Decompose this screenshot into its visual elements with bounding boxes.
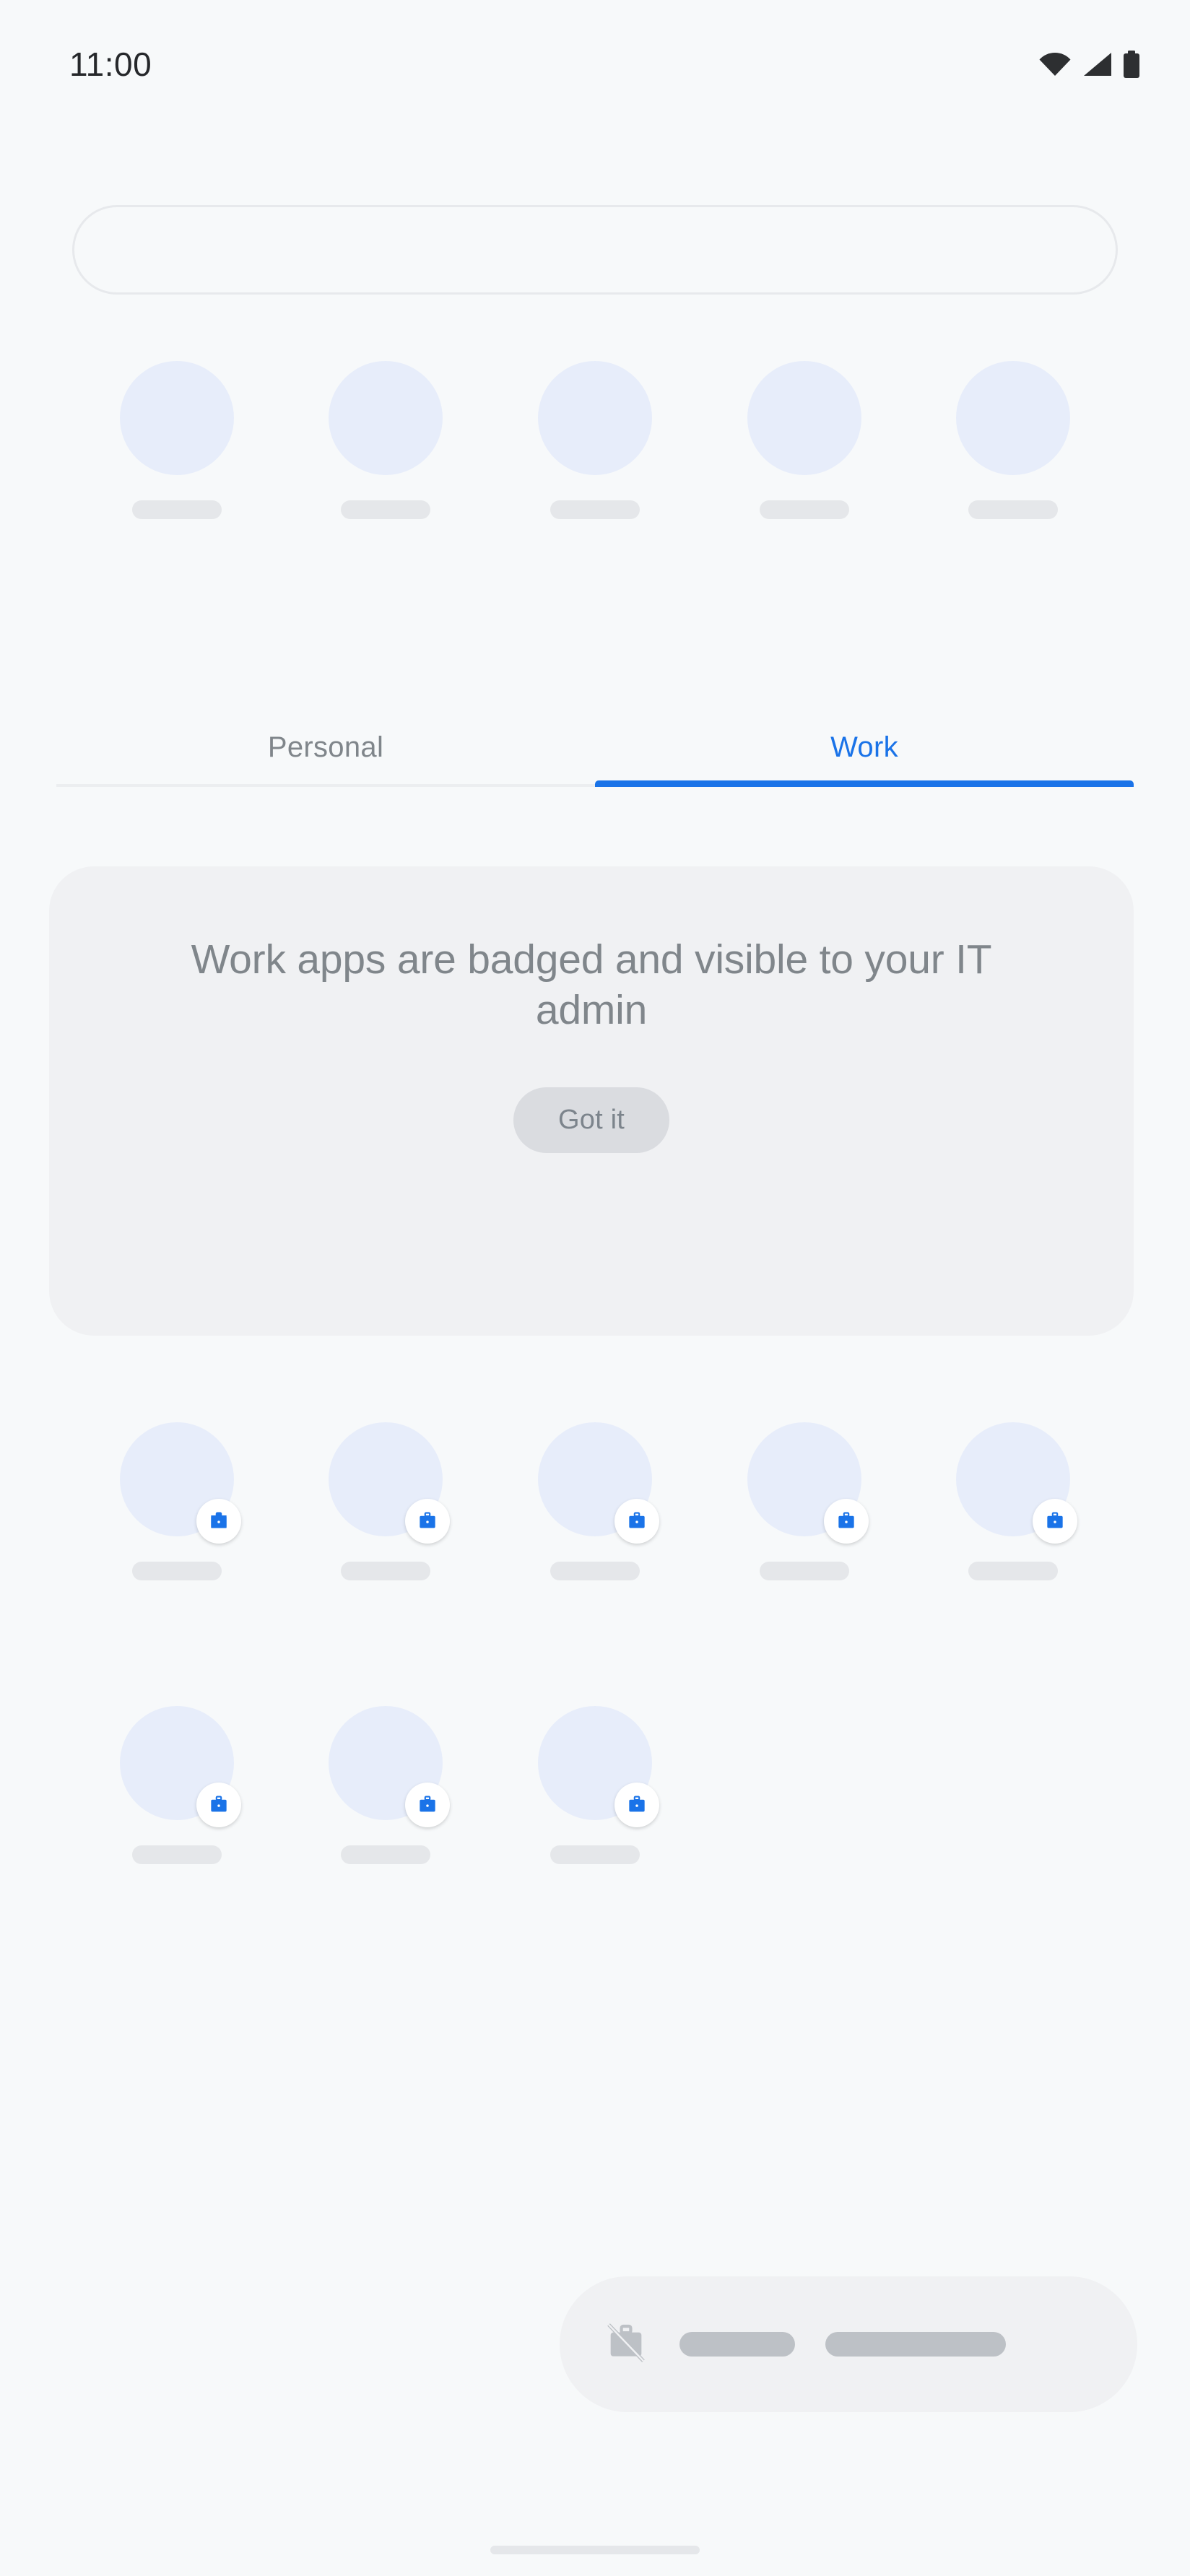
tab-work-underline — [595, 780, 1134, 787]
battery-icon — [1122, 51, 1141, 78]
info-card-title: Work apps are badged and visible to your… — [191, 936, 992, 1033]
app-item[interactable] — [282, 361, 491, 519]
app-label-placeholder — [968, 1562, 1059, 1580]
app-icon-wrap — [956, 1422, 1078, 1544]
tab-personal-underline — [56, 784, 595, 787]
app-icon-wrap — [329, 361, 443, 475]
status-bar: 11:00 — [0, 0, 1190, 129]
work-briefcase-badge-icon — [196, 1499, 241, 1544]
app-item[interactable] — [490, 361, 700, 519]
work-briefcase-badge-icon — [614, 1499, 659, 1544]
app-label-placeholder — [550, 1562, 640, 1580]
cellular-signal-icon — [1082, 52, 1112, 77]
bottom-bar-label-placeholder-2 — [825, 2332, 1006, 2357]
profile-tabs: Personal Work — [56, 708, 1134, 787]
app-icon-wrap — [119, 1706, 241, 1827]
app-label-placeholder — [341, 1562, 431, 1580]
work-app-item[interactable] — [908, 1422, 1118, 1580]
app-label-placeholder — [759, 500, 849, 519]
bottom-bar-label-placeholder-1 — [679, 2332, 795, 2357]
tab-personal[interactable]: Personal — [56, 708, 595, 787]
app-item[interactable] — [700, 361, 909, 519]
app-label-placeholder — [759, 1562, 849, 1580]
status-bar-icons — [1038, 51, 1141, 78]
tab-personal-label: Personal — [267, 731, 384, 763]
work-app-grid-row-2 — [72, 1706, 1118, 1864]
work-briefcase-badge-icon — [1033, 1499, 1078, 1544]
wifi-icon — [1038, 52, 1072, 77]
app-grid-empty-slot — [908, 1706, 1118, 1864]
app-grid-empty-slot — [700, 1706, 909, 1864]
app-icon-wrap — [537, 361, 652, 475]
app-icon-placeholder — [747, 361, 861, 475]
app-label-placeholder — [341, 1845, 431, 1864]
work-profile-info-card: Work apps are badged and visible to your… — [49, 866, 1134, 1336]
work-app-item[interactable] — [72, 1706, 282, 1864]
work-profile-bottom-bar[interactable] — [560, 2276, 1137, 2412]
work-app-item[interactable] — [700, 1422, 909, 1580]
app-icon-placeholder — [956, 361, 1071, 475]
app-label-placeholder — [341, 500, 431, 519]
app-label-placeholder — [131, 500, 222, 519]
app-icon-wrap — [956, 361, 1071, 475]
work-briefcase-badge-icon — [614, 1783, 659, 1827]
home-gesture-indicator[interactable] — [490, 2546, 700, 2554]
app-label-placeholder — [131, 1562, 222, 1580]
app-item[interactable] — [908, 361, 1118, 519]
work-app-grid-row-1 — [72, 1422, 1118, 1580]
work-app-item[interactable] — [282, 1706, 491, 1864]
app-icon-placeholder — [119, 361, 234, 475]
tab-work[interactable]: Work — [595, 708, 1134, 787]
search-input[interactable] — [72, 205, 1118, 295]
app-label-placeholder — [550, 1845, 640, 1864]
app-icon-wrap — [329, 1706, 451, 1827]
app-label-placeholder — [550, 500, 640, 519]
work-briefcase-badge-icon — [405, 1499, 451, 1544]
app-icon-wrap — [537, 1706, 659, 1827]
app-icon-wrap — [119, 1422, 241, 1544]
app-icon-wrap — [537, 1422, 659, 1544]
app-item[interactable] — [72, 361, 282, 519]
app-icon-placeholder — [537, 361, 652, 475]
app-icon-wrap — [747, 361, 861, 475]
work-app-item[interactable] — [490, 1422, 700, 1580]
work-app-item[interactable] — [490, 1706, 700, 1864]
got-it-button[interactable]: Got it — [513, 1087, 669, 1154]
app-label-placeholder — [131, 1845, 222, 1864]
work-briefcase-badge-icon — [823, 1499, 869, 1544]
work-briefcase-badge-icon — [196, 1783, 241, 1827]
app-icon-wrap — [329, 1422, 451, 1544]
work-app-item[interactable] — [72, 1422, 282, 1580]
app-icon-placeholder — [329, 361, 443, 475]
tab-work-label: Work — [830, 731, 898, 763]
work-briefcase-badge-icon — [405, 1783, 451, 1827]
app-icon-wrap — [747, 1422, 869, 1544]
app-icon-wrap — [119, 361, 234, 475]
work-app-item[interactable] — [282, 1422, 491, 1580]
app-label-placeholder — [968, 500, 1059, 519]
status-bar-clock: 11:00 — [69, 45, 152, 83]
work-apps-off-icon[interactable] — [603, 2320, 649, 2370]
app-grid-top-row — [72, 361, 1118, 519]
